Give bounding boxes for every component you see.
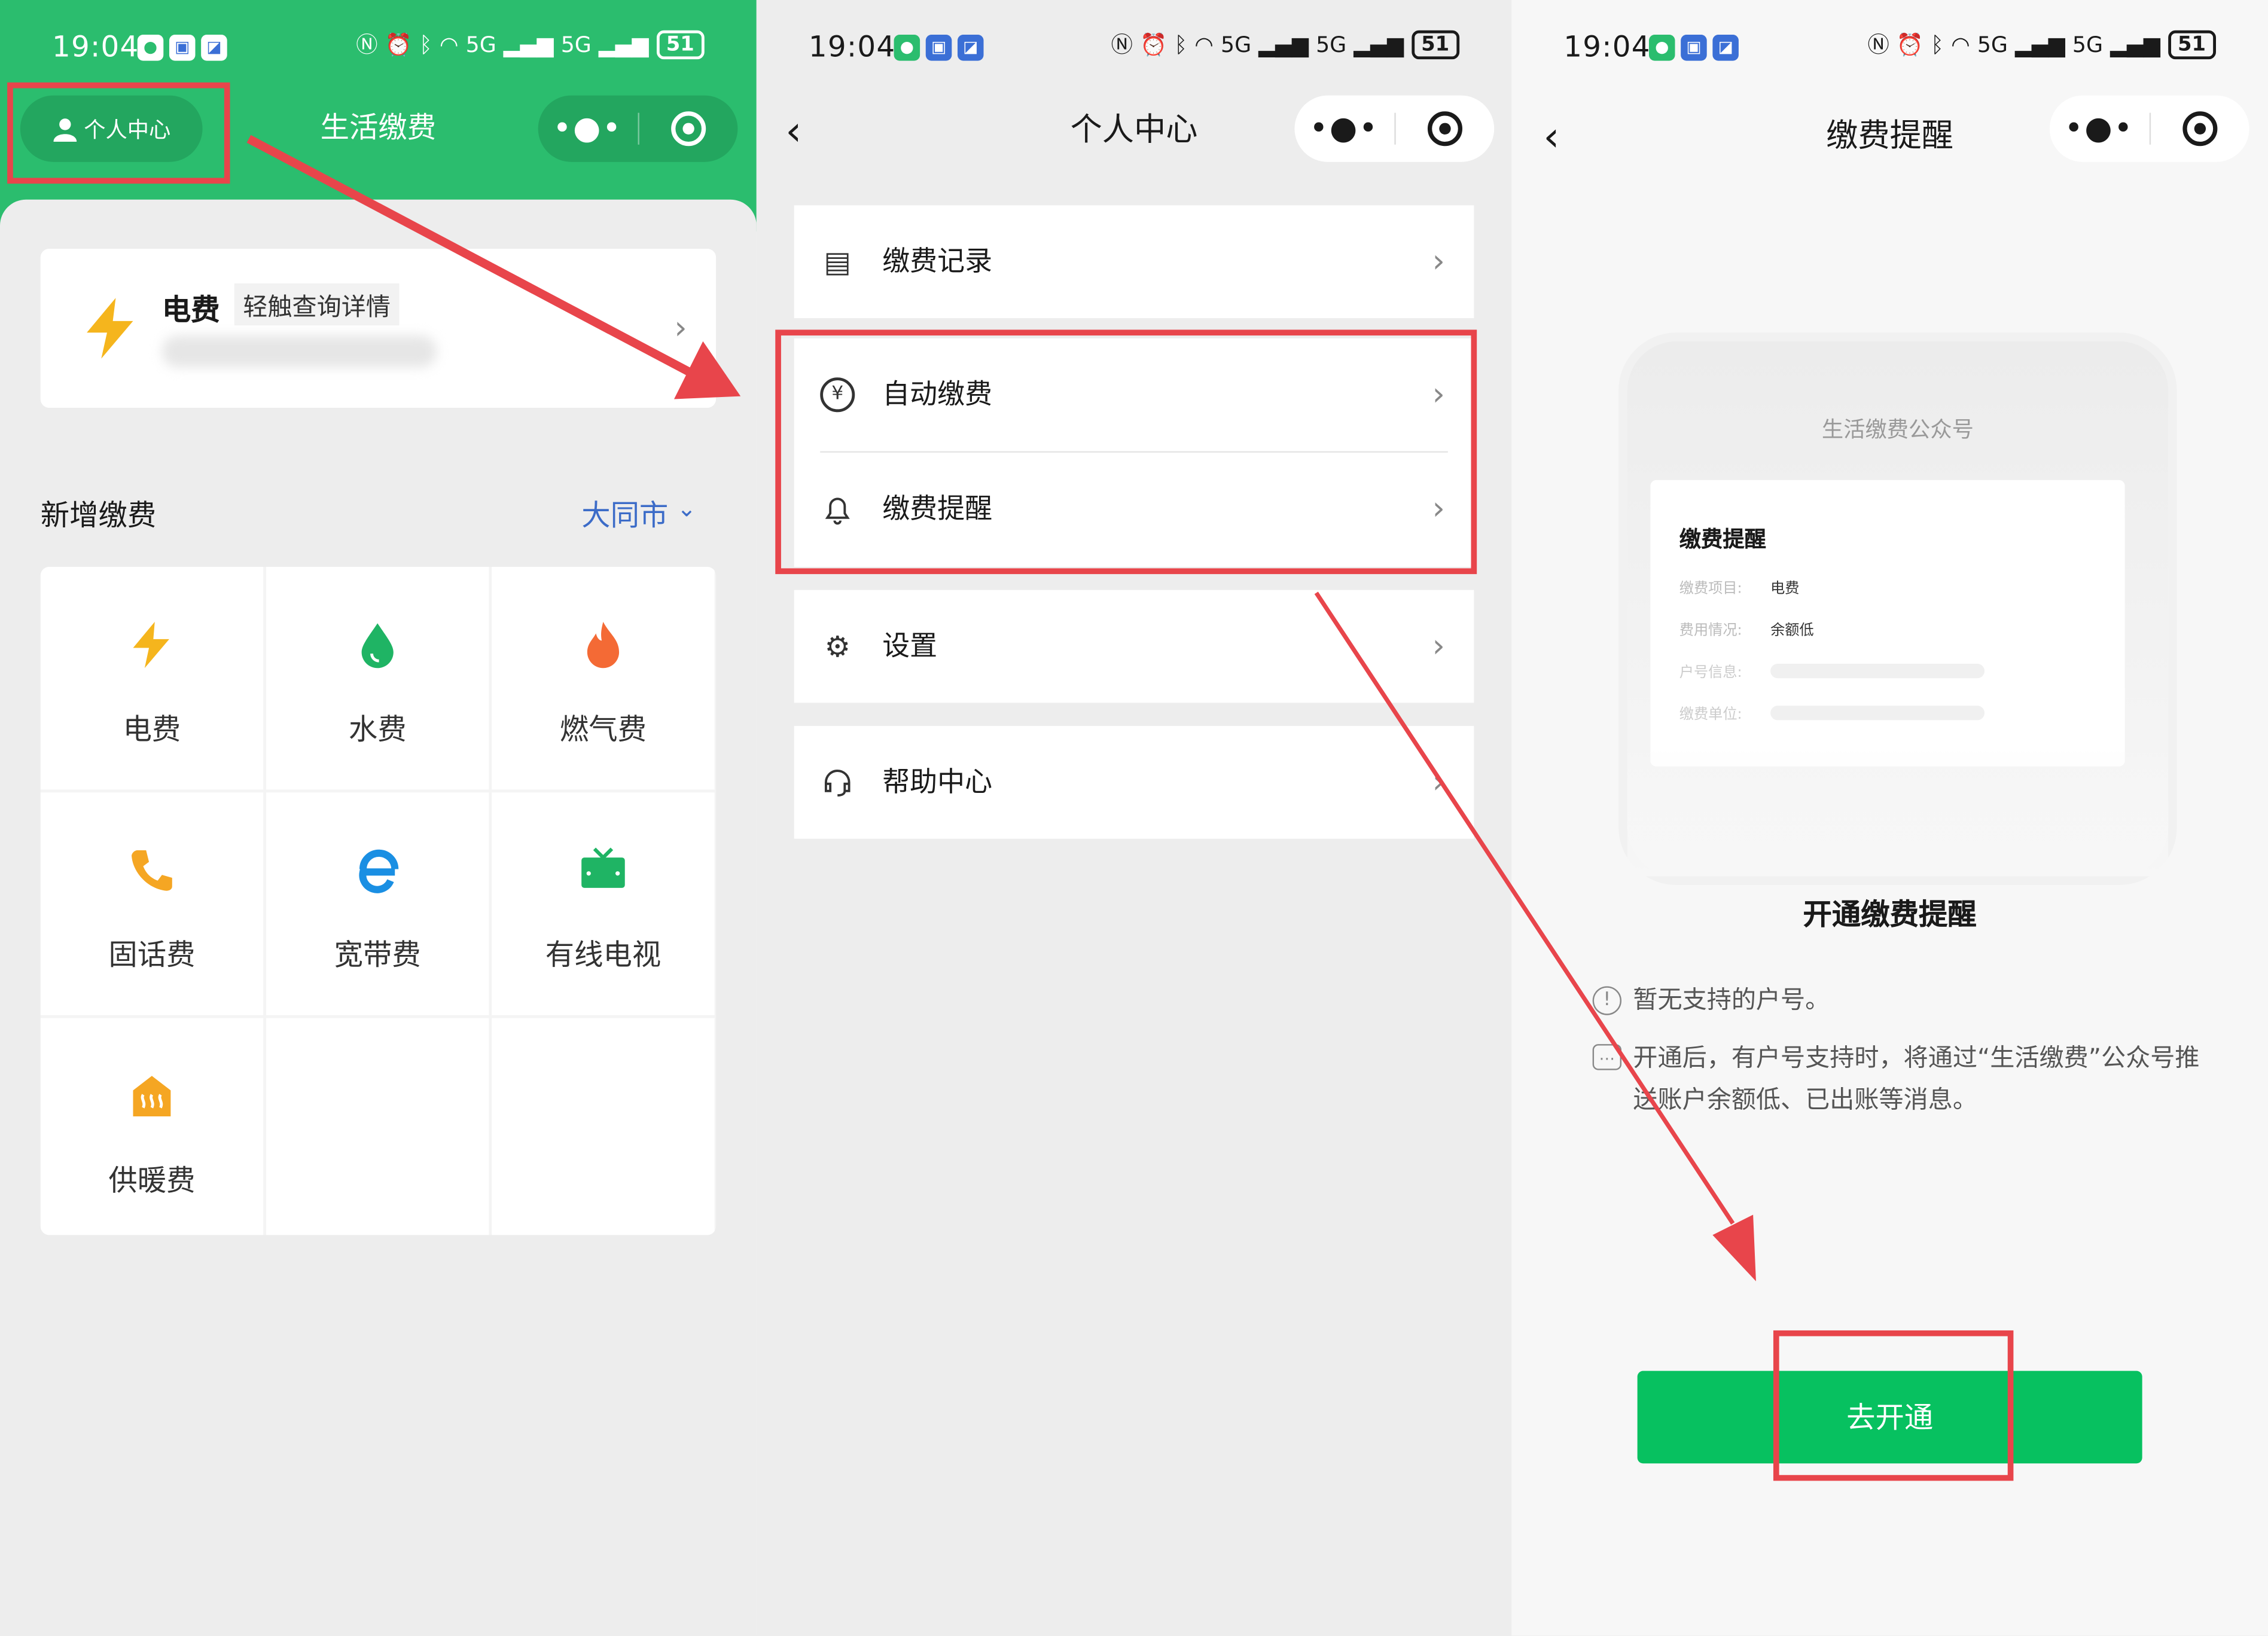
annotation-arrowhead (1712, 1214, 1756, 1281)
annotation-arrow (246, 135, 694, 377)
annotation-arrows (246, 135, 1756, 1281)
annotation-arrow (1314, 591, 1735, 1225)
